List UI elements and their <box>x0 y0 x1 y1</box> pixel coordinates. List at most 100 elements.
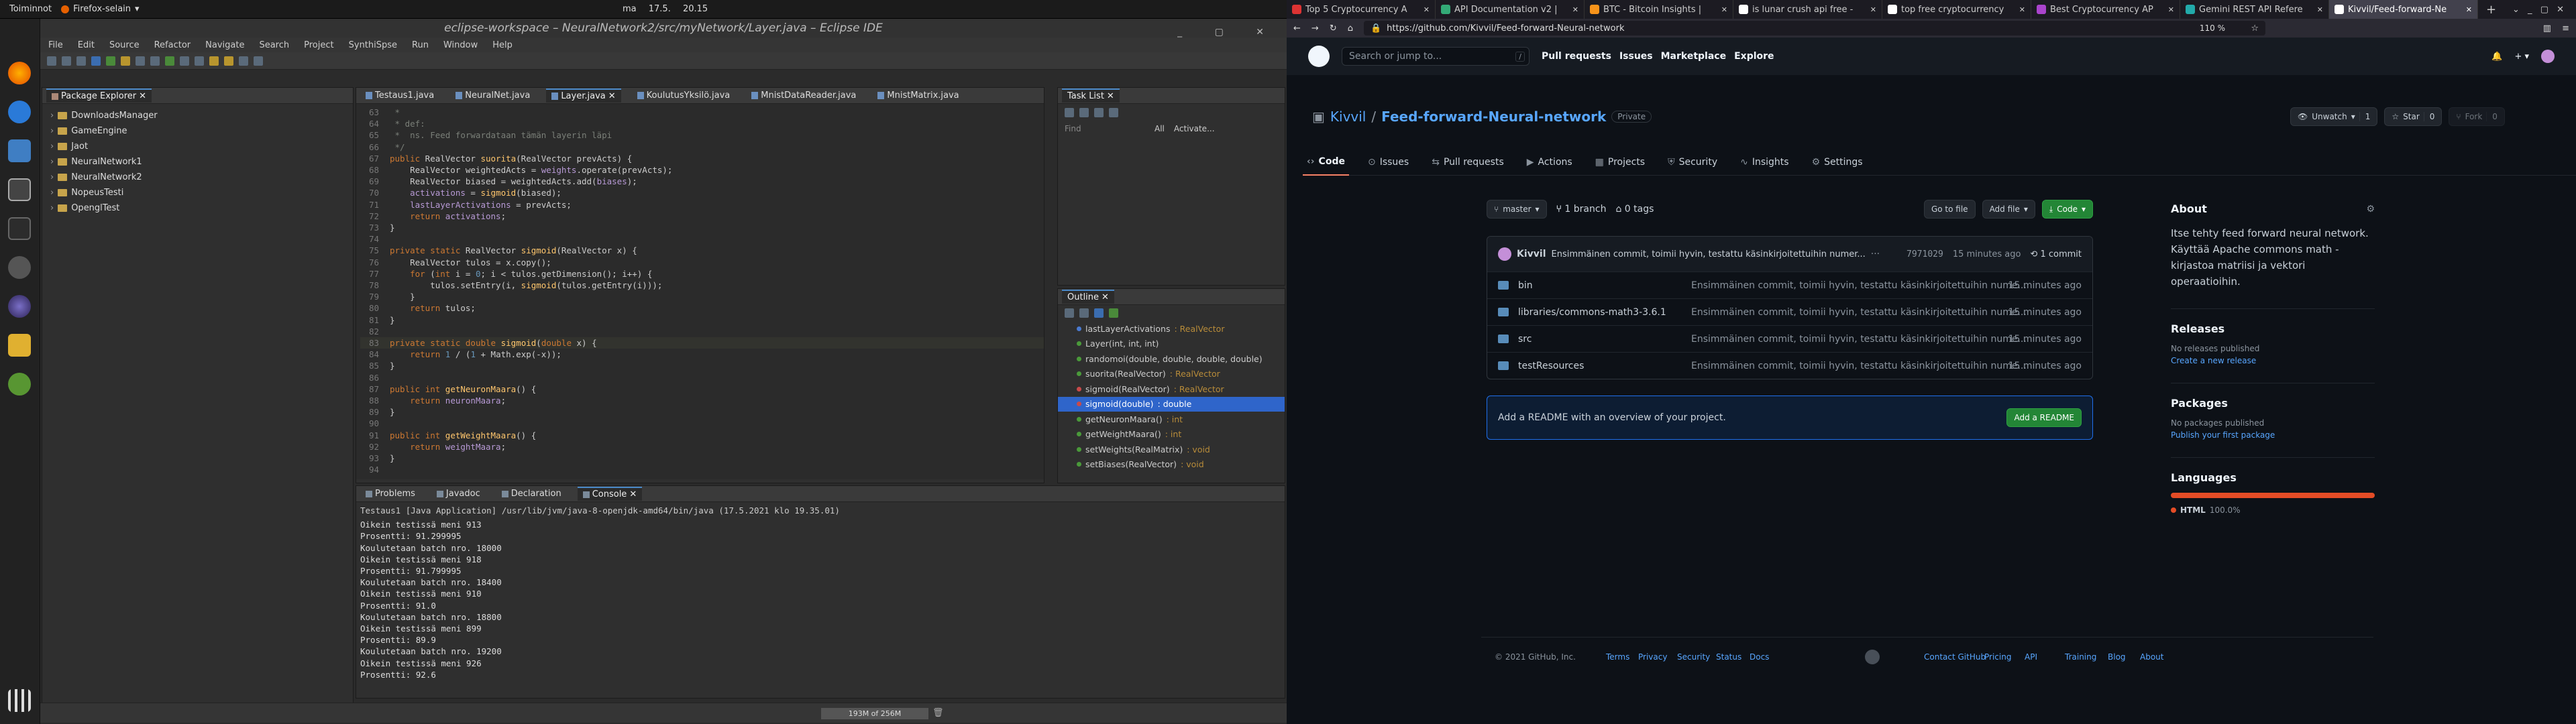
expand-arrow-icon[interactable]: › <box>50 172 54 182</box>
project-item[interactable]: › GameEngine <box>42 123 353 139</box>
file-commit-message[interactable]: Ensimmäinen commit, toimii hyvin, testat… <box>1691 307 2053 318</box>
outline-item[interactable]: suorita(RealVector): RealVector <box>1058 367 1285 382</box>
footer-link-about[interactable]: About <box>2140 652 2163 662</box>
hide-fields-icon[interactable] <box>1079 308 1089 318</box>
tab-problems[interactable]: Problems <box>360 487 421 500</box>
file-name[interactable]: src <box>1518 334 1532 345</box>
footer-link-docs[interactable]: Docs <box>1750 652 1769 662</box>
back-icon[interactable] <box>239 56 248 66</box>
firefox-dock-icon[interactable] <box>8 62 31 84</box>
browser-tab[interactable]: is lunar crush api free - ✕ <box>1733 0 1882 19</box>
reload-icon[interactable]: ↻ <box>1330 23 1337 34</box>
nav-explore[interactable]: Explore <box>1734 51 1774 62</box>
language-item[interactable]: HTML 100.0% <box>2171 502 2375 518</box>
close-icon[interactable]: ✕ <box>2019 5 2025 14</box>
browser-tab[interactable]: Gemini REST API Refere ✕ <box>2180 0 2329 19</box>
tab-javadoc[interactable]: Javadoc <box>431 487 486 500</box>
new-class-icon[interactable] <box>165 56 174 66</box>
file-row[interactable]: bin Ensimmäinen commit, toimii hyvin, tes… <box>1487 272 2092 298</box>
find-input[interactable]: Find <box>1065 124 1145 133</box>
virtualbox-dock-icon[interactable] <box>8 139 31 162</box>
menu-project[interactable]: Project <box>304 40 333 50</box>
footer-link-security[interactable]: Security <box>1677 652 1710 662</box>
editor-tab[interactable]: Layer.java ✕ <box>546 88 621 103</box>
fork-button[interactable]: ⑂ Fork 0 <box>2449 107 2505 126</box>
sort-icon[interactable] <box>1065 308 1074 318</box>
url-bar[interactable]: 🔒 https://github.com/Kivvil/Feed-forward-… <box>1363 21 2265 36</box>
prev-annotation-icon[interactable] <box>224 56 233 66</box>
file-name[interactable]: libraries/commons-math3-3.6.1 <box>1518 307 1666 318</box>
menu-help[interactable]: Help <box>492 40 513 50</box>
footer-link-status[interactable]: Status <box>1716 652 1741 662</box>
footer-link-contact-github[interactable]: Contact GitHub <box>1924 652 1986 662</box>
expand-arrow-icon[interactable]: › <box>50 141 54 152</box>
close-icon[interactable]: ✕ <box>2317 5 2323 14</box>
nav-issues[interactable]: Issues <box>1619 51 1653 62</box>
project-item[interactable]: › Jaot <box>42 139 353 154</box>
menu-icon[interactable]: ≡ <box>2562 23 2569 34</box>
project-item[interactable]: › DownloadsManager <box>42 108 353 123</box>
outline-item[interactable]: sigmoid(double): double <box>1058 396 1285 412</box>
footer-link-pricing[interactable]: Pricing <box>1984 652 2011 662</box>
create-release-link[interactable]: Create a new release <box>2171 355 2375 367</box>
menu-file[interactable]: File <box>48 40 63 50</box>
repo-tab-issues[interactable]: ⊙ Issues <box>1364 149 1413 176</box>
settings-dock-icon[interactable] <box>8 256 31 279</box>
collapse-icon[interactable] <box>1094 108 1104 117</box>
close-icon[interactable]: ✕ <box>1424 5 1430 14</box>
repo-tab-settings[interactable]: ⚙ Settings <box>1808 149 1867 176</box>
unwatch-button[interactable]: 👁 Unwatch ▾ 1 <box>2290 107 2378 126</box>
repo-tab-actions[interactable]: ▶ Actions <box>1523 149 1576 176</box>
footer-link-blog[interactable]: Blog <box>2108 652 2126 662</box>
new-task-icon[interactable] <box>1065 108 1074 117</box>
save-all-icon[interactable] <box>76 56 86 66</box>
close-icon[interactable]: ✕ <box>1572 5 1578 14</box>
editor-tab[interactable]: MnistDataReader.java <box>746 89 861 102</box>
nav-marketplace[interactable]: Marketplace <box>1661 51 1726 62</box>
tab-declaration[interactable]: Declaration <box>496 487 567 500</box>
bookmark-star-icon[interactable]: ☆ <box>2251 23 2259 34</box>
gear-icon[interactable]: ⚙ <box>2366 201 2375 217</box>
next-annotation-icon[interactable] <box>209 56 219 66</box>
code-editor[interactable]: 63 * 64 * def: 65 * ns. Feed forwardataan … <box>356 104 1044 479</box>
menu-refactor[interactable]: Refactor <box>154 40 191 50</box>
tab-outline[interactable]: Outline ✕ <box>1062 290 1114 304</box>
repo-tab-projects[interactable]: ▦ Projects <box>1591 149 1649 176</box>
new-package-icon[interactable] <box>150 56 160 66</box>
close-icon[interactable]: ✕ <box>608 91 616 101</box>
footer-link-privacy[interactable]: Privacy <box>1638 652 1667 662</box>
commit-count-link[interactable]: ⟲ 1 commit <box>2030 249 2082 259</box>
github-logo-icon[interactable] <box>1865 650 1880 664</box>
close-icon[interactable]: ✕ <box>1102 292 1109 302</box>
close-icon[interactable]: ✕ <box>1721 5 1727 14</box>
expand-arrow-icon[interactable]: › <box>50 203 54 213</box>
outline-item[interactable]: getNeuronMaara(): int <box>1058 412 1285 427</box>
apps-grid-icon[interactable] <box>8 689 31 712</box>
close-icon[interactable]: ✕ <box>629 489 637 499</box>
add-readme-button[interactable]: Add a README <box>2006 408 2082 427</box>
debug-icon[interactable] <box>91 56 101 66</box>
editor-tab[interactable]: Testaus1.java <box>360 89 439 102</box>
repo-tab-insights[interactable]: ∿ Insights <box>1736 149 1792 176</box>
project-item[interactable]: › NeuralNetwork2 <box>42 170 353 185</box>
nav-pull-requests[interactable]: Pull requests <box>1542 51 1611 62</box>
add-file-button[interactable]: Add file ▾ <box>1982 200 2035 219</box>
outline-item[interactable]: setBiases(RealVector): void <box>1058 457 1285 473</box>
expand-arrow-icon[interactable]: › <box>50 157 54 167</box>
expand-arrow-icon[interactable]: › <box>50 188 54 198</box>
activities-button[interactable]: Toiminnot <box>0 4 61 14</box>
commit-message[interactable]: Ensimmäinen commit, toimii hyvin, testat… <box>1552 249 1866 259</box>
close-icon[interactable]: ✕ <box>139 91 146 101</box>
project-item[interactable]: › NeuralNetwork1 <box>42 154 353 170</box>
file-commit-message[interactable]: Ensimmäinen commit, toimii hyvin, testat… <box>1691 361 2053 371</box>
home-icon[interactable]: ⌂ <box>1348 23 1353 34</box>
packages-title[interactable]: Packages <box>2171 396 2375 412</box>
files-dock-icon[interactable] <box>8 334 31 357</box>
commit-author[interactable]: Kivvil <box>1517 249 1546 259</box>
editor-tab[interactable]: NeuralNet.java <box>450 89 535 102</box>
close-icon[interactable]: ✕ <box>2168 5 2174 14</box>
repo-tab-code[interactable]: ‹› Code <box>1303 149 1349 176</box>
browser-tab[interactable]: API Documentation v2 | ✕ <box>1436 0 1585 19</box>
file-row[interactable]: src Ensimmäinen commit, toimii hyvin, tes… <box>1487 325 2092 352</box>
open-type-icon[interactable] <box>180 56 189 66</box>
